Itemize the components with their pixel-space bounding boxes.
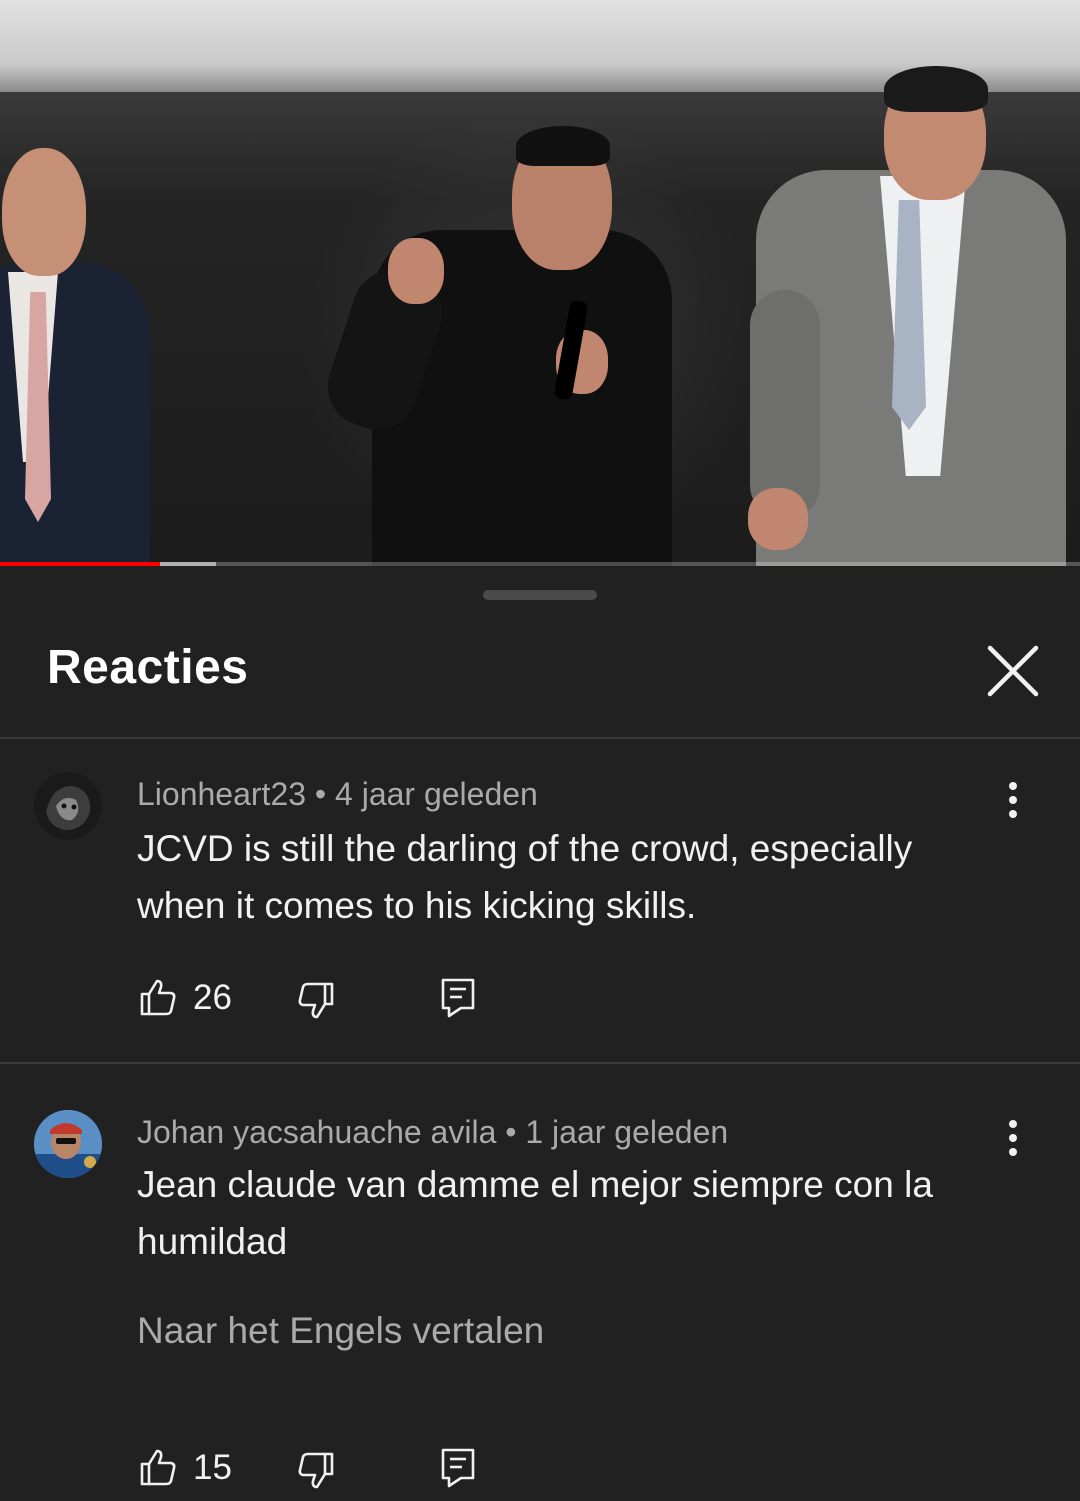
comment-meta: Johan yacsahuache avila • 1 jaar geleden: [137, 1114, 728, 1151]
video-player[interactable]: [0, 0, 1080, 566]
more-vert-icon: [1009, 782, 1017, 790]
like-count: 15: [193, 1448, 232, 1487]
comment-author[interactable]: Johan yacsahuache avila: [137, 1114, 496, 1150]
comments-sheet: Reacties Lionheart23 • 4 jaar geleden JC…: [0, 568, 1080, 1501]
drag-handle[interactable]: [483, 590, 597, 600]
comment-item: Lionheart23 • 4 jaar geleden JCVD is sti…: [0, 738, 1080, 1063]
like-count: 26: [193, 978, 232, 1017]
reply-icon[interactable]: [439, 1446, 479, 1488]
thumb-down-icon[interactable]: [295, 980, 337, 1022]
comment-time[interactable]: 4 jaar geleden: [335, 776, 538, 812]
comment-text: Jean claude van damme el mejor siempre c…: [137, 1164, 933, 1262]
thumb-up-icon[interactable]: [137, 1446, 179, 1488]
avatar[interactable]: [34, 772, 102, 840]
thumb-down-icon[interactable]: [295, 1450, 337, 1492]
avatar[interactable]: [34, 1110, 102, 1178]
meta-separator: •: [314, 776, 327, 812]
comment-time[interactable]: 1 jaar geleden: [525, 1114, 728, 1150]
translate-link[interactable]: Naar het Engels vertalen: [137, 1310, 544, 1352]
reply-icon[interactable]: [439, 976, 479, 1018]
comment-text: JCVD is still the darling of the crowd, …: [137, 828, 913, 926]
video-progress-bar[interactable]: [0, 562, 1080, 566]
meta-separator: •: [505, 1114, 517, 1150]
comment-more-button[interactable]: [996, 1118, 1030, 1158]
comment-item: Johan yacsahuache avila • 1 jaar geleden…: [0, 1064, 1080, 1501]
comment-actions: 26: [137, 976, 537, 1022]
sheet-title: Reacties: [47, 641, 249, 694]
lion-avatar-image: [34, 772, 102, 840]
thumb-up-icon[interactable]: [137, 976, 179, 1018]
comment-actions: 15: [137, 1446, 537, 1492]
comment-meta: Lionheart23 • 4 jaar geleden: [137, 776, 538, 813]
more-vert-icon: [1009, 1120, 1017, 1128]
comment-author[interactable]: Lionheart23: [137, 776, 306, 812]
close-icon: [987, 645, 1039, 697]
comment-more-button[interactable]: [996, 780, 1030, 820]
close-button[interactable]: [980, 638, 1046, 704]
person-avatar-image: [34, 1110, 102, 1178]
video-played-bar: [0, 562, 160, 566]
